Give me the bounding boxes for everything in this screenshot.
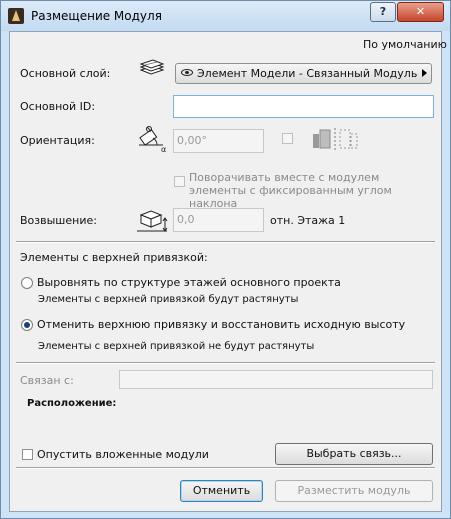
elevation-input[interactable]: 0,0 <box>173 208 264 232</box>
linked-with-field <box>119 370 433 389</box>
elevation-label: Возвышение: <box>20 214 97 227</box>
help-button[interactable]: ? <box>370 2 396 22</box>
layer-dropdown[interactable]: Элемент Модели - Связанный Модуль <box>175 63 432 84</box>
close-button[interactable]: ✕ <box>397 2 444 22</box>
window-title: Размещение Модуля <box>31 9 162 23</box>
place-module-dialog: Размещение Модуля ? ✕ По умолчанию Основ… <box>0 0 451 519</box>
skip-nested-label[interactable]: Опустить вложенные модули <box>37 448 209 461</box>
restore-height-label[interactable]: Отменить верхнюю привязку и восстановить… <box>37 318 405 331</box>
place-module-button[interactable]: Разместить модуль <box>275 480 433 502</box>
rotate-with-module-label: Поворачивать вместе с модулем элементы с… <box>189 171 392 210</box>
layer-dropdown-value: Элемент Модели - Связанный Модуль <box>197 67 418 80</box>
mirror-icon <box>313 128 358 150</box>
divider <box>16 362 435 364</box>
orientation-lock-checkbox[interactable] <box>282 133 293 144</box>
skip-nested-checkbox[interactable] <box>22 449 33 460</box>
choose-link-button[interactable]: Выбрать связь... <box>275 443 433 465</box>
dropdown-arrow-icon <box>422 69 427 77</box>
orientation-label: Ориентация: <box>20 134 95 147</box>
svg-text:α: α <box>161 145 166 154</box>
title-bar: Размещение Модуля ? ✕ <box>1 1 450 31</box>
linked-with-label: Связан с: <box>20 374 74 387</box>
restore-height-hint: Элементы с верхней привязкой не будут ра… <box>38 341 315 352</box>
align-to-stories-label[interactable]: Выровнять по структуре этажей основного … <box>37 276 341 289</box>
default-link[interactable]: По умолчанию <box>363 38 447 51</box>
archicad-app-icon <box>8 8 24 24</box>
divider <box>16 241 435 243</box>
divider <box>16 467 435 469</box>
layer-label: Основной слой: <box>20 67 111 80</box>
elevation-icon <box>137 210 168 232</box>
top-linked-heading: Элементы с верхней привязкой: <box>20 251 208 264</box>
master-id-label: Основной ID: <box>20 100 96 113</box>
master-id-input[interactable] <box>173 95 434 118</box>
align-to-stories-hint: Элементы с верхней привязкой будут растя… <box>38 294 299 305</box>
restore-height-radio[interactable] <box>21 319 33 331</box>
orientation-input[interactable]: 0,00° <box>173 129 264 153</box>
location-label: Расположение: <box>27 398 117 409</box>
layers-icon <box>139 59 165 75</box>
rotation-angle-icon: α <box>139 126 166 154</box>
dialog-body: По умолчанию Основной слой: Элемент Моде… <box>9 31 447 512</box>
eye-icon <box>181 69 193 76</box>
rotate-with-module-checkbox[interactable] <box>174 176 185 187</box>
cancel-button[interactable]: Отменить <box>180 480 263 502</box>
elevation-reference: отн. Этажа 1 <box>270 214 346 227</box>
align-to-stories-radio[interactable] <box>21 277 33 289</box>
